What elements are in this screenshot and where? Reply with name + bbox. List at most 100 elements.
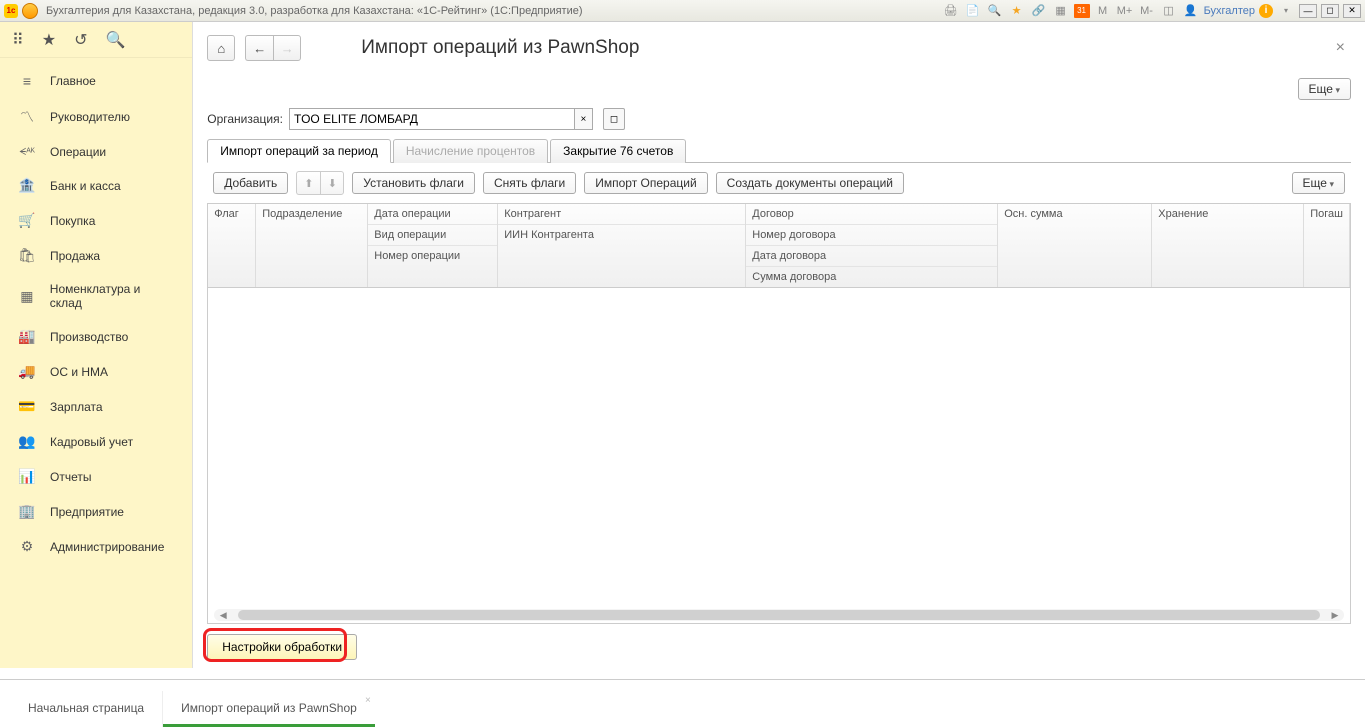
close-tab-icon[interactable]: × — [365, 695, 371, 706]
bottom-tab-bar: Начальная страница Импорт операций из Pa… — [0, 679, 1365, 727]
nav-purchase[interactable]: 🛒 Покупка — [0, 203, 192, 238]
col-iin[interactable]: ИИН Контрагента — [498, 225, 745, 245]
nav-production[interactable]: 🏭 Производство — [0, 319, 192, 354]
tab-import-period[interactable]: Импорт операций за период — [207, 139, 391, 163]
scroll-left-icon[interactable]: ◀ — [216, 609, 230, 621]
close-button[interactable]: ✕ — [1343, 4, 1361, 18]
scrollbar-thumb[interactable] — [238, 610, 1320, 620]
panels-icon[interactable]: ◫ — [1160, 3, 1178, 19]
tab-interest[interactable]: Начисление процентов — [393, 139, 548, 163]
operations-table: Флаг Подразделение Дата операции Вид опе… — [207, 203, 1351, 624]
nav-label: Отчеты — [50, 470, 91, 484]
bottom-tab-current[interactable]: Импорт операций из PawnShop × — [162, 691, 375, 727]
col-storage[interactable]: Хранение — [1152, 204, 1303, 224]
col-contract-number[interactable]: Номер договора — [746, 225, 997, 246]
factory-icon: 🏭 — [18, 328, 36, 345]
m-plus-button[interactable]: M+ — [1116, 3, 1134, 19]
nav-sale[interactable]: 🛍Продажа — [0, 238, 192, 273]
building-icon: 🏢 — [18, 503, 36, 520]
nav-salary[interactable]: 💳 Зарплата — [0, 389, 192, 424]
back-button[interactable]: ← — [245, 35, 273, 61]
import-ops-button[interactable]: Импорт Операций — [584, 172, 707, 194]
col-repayment[interactable]: Погаш — [1304, 204, 1349, 224]
move-up-button[interactable]: ⬆ — [296, 171, 320, 195]
close-page-button[interactable]: × — [1330, 39, 1351, 57]
titlebar: 1c Бухгалтерия для Казахстана, редакция … — [0, 0, 1365, 22]
form-tabs: Импорт операций за период Начисление про… — [207, 138, 1351, 163]
maximize-button[interactable]: ◻ — [1321, 4, 1339, 18]
bottom-tab-label: Импорт операций из PawnShop — [181, 701, 357, 715]
search-icon[interactable]: 🔍 — [986, 3, 1004, 19]
org-input[interactable] — [289, 108, 575, 130]
nav-label: Покупка — [50, 214, 95, 228]
doc-icon[interactable]: 📄 — [964, 3, 982, 19]
nav-label: Зарплата — [50, 400, 103, 414]
nav-nomenclature[interactable]: ▦Номенклатура и склад — [0, 273, 192, 319]
nav-admin[interactable]: ⚙Администрирование — [0, 529, 192, 564]
col-department[interactable]: Подразделение — [256, 204, 367, 224]
info-dropdown[interactable]: ▾ — [1277, 3, 1295, 19]
tab-close-76[interactable]: Закрытие 76 счетов — [550, 139, 686, 163]
nav-hr[interactable]: 👥Кадровый учет — [0, 424, 192, 459]
chart-icon: 〽 — [18, 107, 36, 127]
info-icon[interactable]: i — [1259, 4, 1273, 18]
col-flag[interactable]: Флаг — [208, 204, 255, 224]
col-op-number[interactable]: Номер операции — [368, 246, 497, 266]
unset-flags-button[interactable]: Снять флаги — [483, 172, 576, 194]
history-icon[interactable]: ↺ — [74, 30, 87, 50]
cart-icon: 🛒 — [18, 212, 36, 229]
truck-icon: 🚚 — [18, 363, 36, 380]
col-contract-date[interactable]: Дата договора — [746, 246, 997, 267]
col-op-type[interactable]: Вид операции — [368, 225, 497, 246]
org-clear-button[interactable]: × — [575, 108, 593, 130]
nav-reports[interactable]: 📊Отчеты — [0, 459, 192, 494]
col-contract[interactable]: Договор — [746, 204, 997, 225]
sections-icon[interactable]: ⠿ — [12, 30, 24, 50]
nav-manager[interactable]: 〽Руководителю — [0, 98, 192, 136]
m-button[interactable]: M — [1094, 3, 1112, 19]
create-docs-button[interactable]: Создать документы операций — [716, 172, 904, 194]
col-contract-sum[interactable]: Сумма договора — [746, 267, 997, 287]
more-button-toolbar[interactable]: Еще — [1292, 172, 1345, 194]
page-title: Импорт операций из PawnShop — [361, 37, 639, 59]
horizontal-scrollbar[interactable]: ◀ ▶ — [214, 609, 1344, 621]
favorites-icon[interactable]: ★ — [42, 30, 56, 50]
settings-button[interactable]: Настройки обработки — [207, 634, 357, 660]
grid-icon[interactable]: ▦ — [1052, 3, 1070, 19]
print-icon[interactable]: 🖨 — [942, 3, 960, 19]
org-open-button[interactable]: ◻ — [603, 108, 625, 130]
set-flags-button[interactable]: Установить флаги — [352, 172, 475, 194]
search-nav-icon[interactable]: 🔍 — [105, 30, 125, 50]
star-icon[interactable]: ★ — [1008, 3, 1026, 19]
user-name[interactable]: Бухгалтер — [1204, 5, 1255, 17]
col-counterparty[interactable]: Контрагент — [498, 204, 745, 225]
nav-label: Продажа — [50, 249, 100, 263]
more-button-top[interactable]: Еще — [1298, 78, 1351, 100]
nav-enterprise[interactable]: 🏢 Предприятие — [0, 494, 192, 529]
ops-icon: ᗕᴬᴷ — [18, 147, 36, 158]
nav-label: Кадровый учет — [50, 435, 133, 449]
nav-label: Предприятие — [50, 505, 124, 519]
calendar-icon[interactable]: 31 — [1074, 4, 1090, 18]
content-area: ⌂ ← → Импорт операций из PawnShop × Еще … — [193, 22, 1365, 668]
scroll-right-icon[interactable]: ▶ — [1328, 609, 1342, 621]
bottom-tab-start[interactable]: Начальная страница — [10, 691, 162, 727]
add-button[interactable]: Добавить — [213, 172, 288, 194]
col-op-date[interactable]: Дата операции — [368, 204, 497, 225]
home-button[interactable]: ⌂ — [207, 35, 235, 61]
card-icon: 💳 — [18, 398, 36, 415]
move-down-button[interactable]: ⬇ — [320, 171, 344, 195]
nav-operations[interactable]: ᗕᴬᴷОперации — [0, 136, 192, 168]
link-icon[interactable]: 🔗 — [1030, 3, 1048, 19]
nav-bank[interactable]: 🏦Банк и касса — [0, 168, 192, 203]
minimize-button[interactable]: — — [1299, 4, 1317, 18]
col-main-sum[interactable]: Осн. сумма — [998, 204, 1151, 224]
table-body[interactable] — [208, 288, 1350, 608]
forward-button[interactable]: → — [273, 35, 301, 61]
nav-assets[interactable]: 🚚ОС и НМА — [0, 354, 192, 389]
app-menu-dropdown[interactable] — [22, 3, 38, 19]
nav-main[interactable]: ≡Главное — [0, 64, 192, 98]
m-minus-button[interactable]: M- — [1138, 3, 1156, 19]
nav-label: Главное — [50, 74, 96, 88]
nav-label: Производство — [50, 330, 128, 344]
